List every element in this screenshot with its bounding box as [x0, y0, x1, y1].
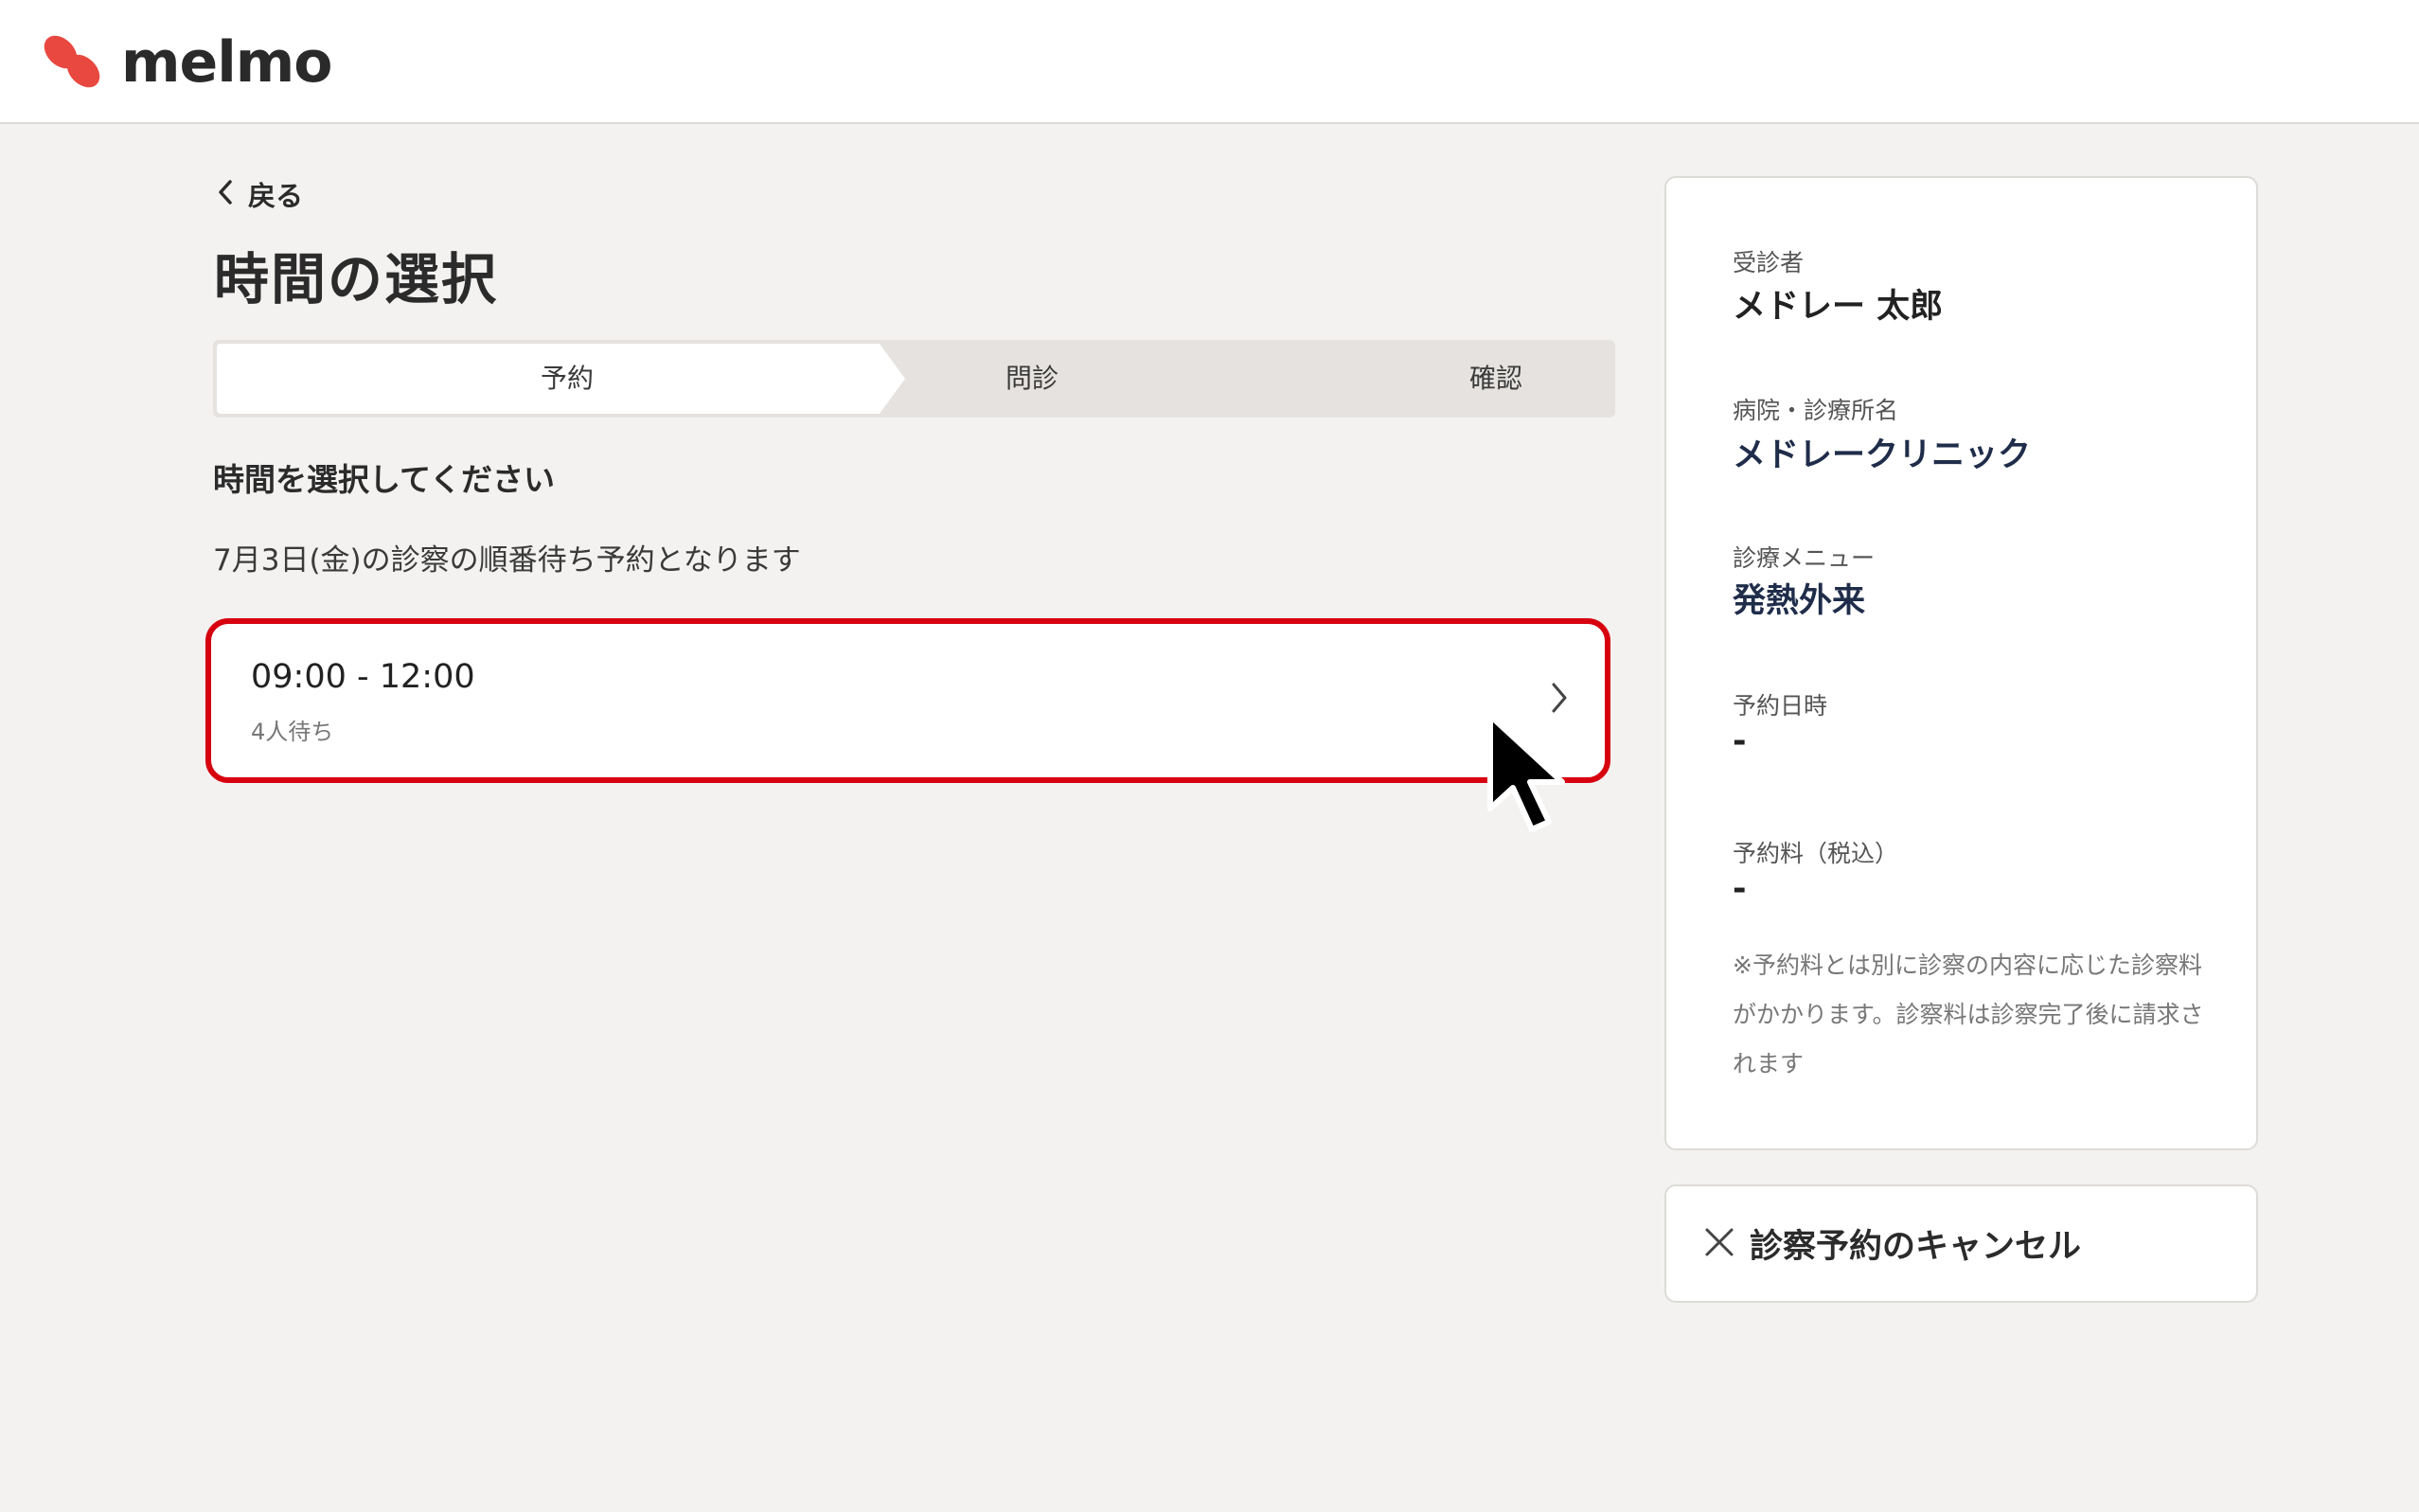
menu-value: 発熱外来 — [1733, 582, 1866, 620]
fee-value: - — [1733, 870, 1747, 908]
patient-value: メドレー 太郎 — [1733, 288, 1944, 326]
slot-time: 09:00 - 12:00 — [251, 658, 475, 696]
patient-label: 受診者 — [1733, 249, 1805, 276]
step-questionnaire: 問診 — [1005, 363, 1058, 394]
cancel-label: 診察予約のキャンセル — [1750, 1228, 2082, 1266]
fee-label: 予約料（税込） — [1733, 840, 1899, 867]
chevron-left-icon — [216, 178, 235, 210]
mouse-pointer-icon — [1483, 710, 1577, 842]
time-slot-card[interactable]: 09:00 - 12:00 4人待ち — [205, 618, 1610, 783]
reservation-info: 7月3日(金)の診察の順番待ち予約となります — [213, 543, 801, 578]
slot-wait-count: 4人待ち — [251, 719, 334, 745]
section-heading: 時間を選択してください — [213, 461, 556, 498]
back-label: 戻る — [248, 180, 304, 212]
melmo-logo[interactable]: melmo — [40, 25, 333, 100]
app-header: melmo — [0, 0, 2419, 124]
menu-label: 診療メニュー — [1733, 544, 1876, 572]
step-confirmation: 確認 — [1468, 363, 1522, 394]
close-icon — [1702, 1225, 1736, 1263]
cancel-reservation-button[interactable]: 診察予約のキャンセル — [1664, 1184, 2258, 1303]
datetime-value: - — [1733, 722, 1747, 760]
fee-note: ※予約料とは別に診察の内容に応じた診察料がかかります。診察料は診察完了後に請求さ… — [1733, 952, 2204, 1077]
step-reservation: 予約 — [540, 363, 594, 394]
back-link[interactable]: 戻る — [216, 174, 303, 214]
datetime-label: 予約日時 — [1733, 692, 1828, 720]
melmo-logo-icon — [40, 29, 106, 96]
progress-stepper: 予約 問診 確認 — [213, 340, 1615, 418]
page-title: 時間の選択 — [214, 247, 499, 311]
clinic-label: 病院・診療所名 — [1733, 397, 1899, 424]
logo-wordmark: melmo — [121, 29, 333, 96]
clinic-value: メドレークリニック — [1733, 436, 2032, 474]
reservation-summary-card: 受診者 メドレー 太郎 病院・診療所名 メドレークリニック 診療メニュー 発熱外… — [1664, 176, 2258, 1150]
